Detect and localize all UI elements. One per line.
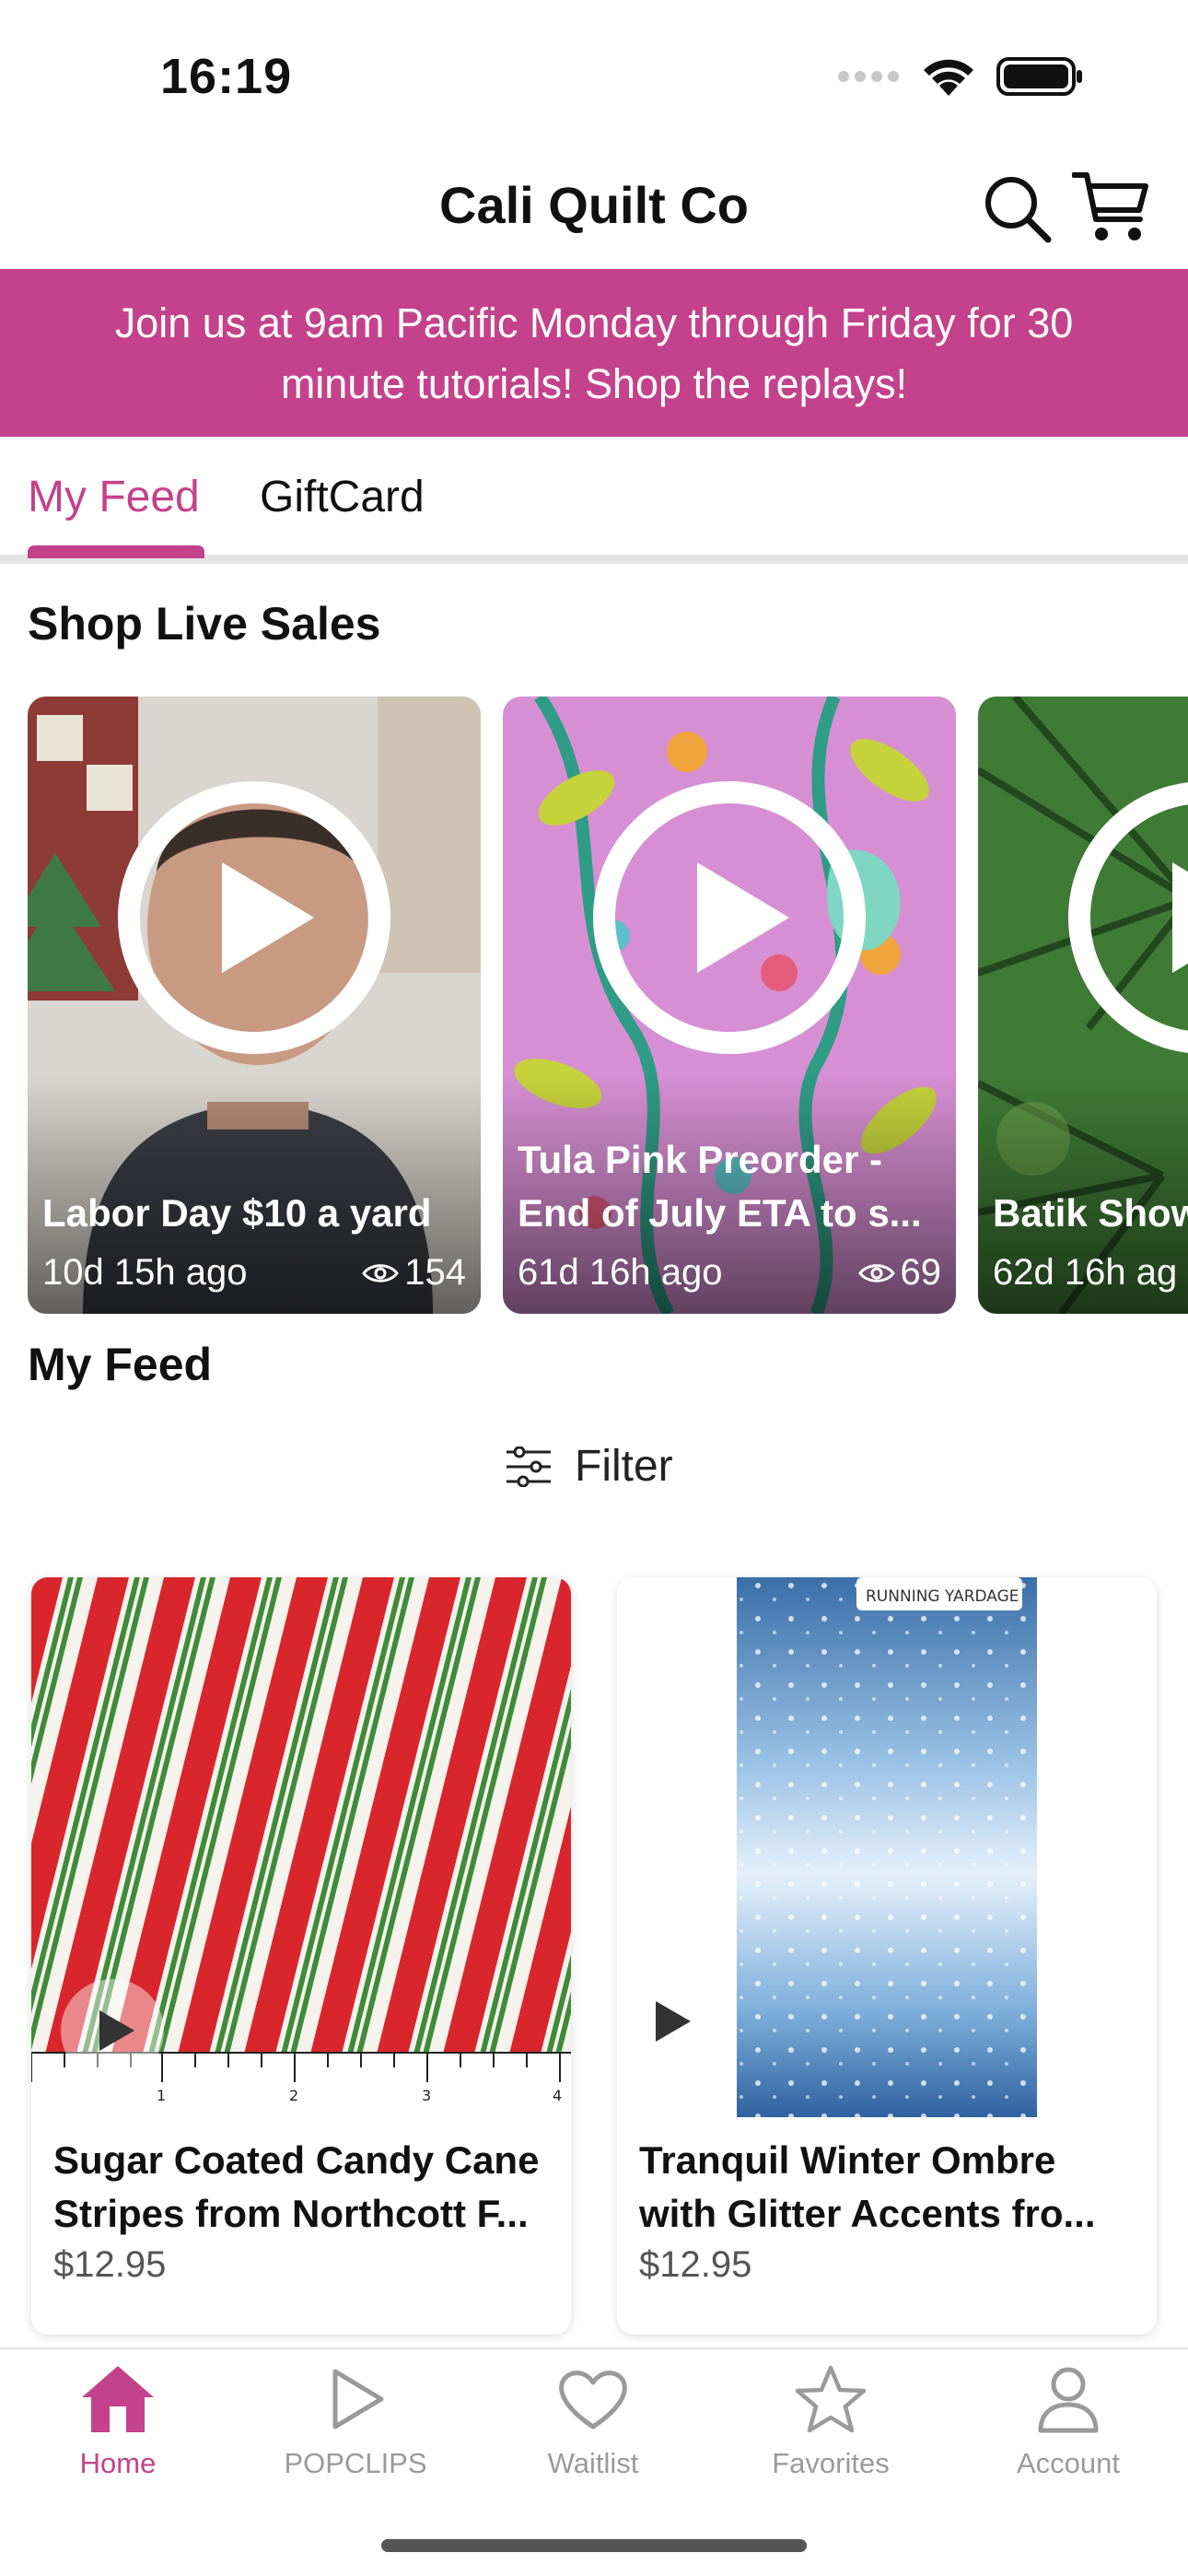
live-sale-age: 10d 15h ago bbox=[42, 1252, 248, 1293]
product-price: $12.95 bbox=[53, 2244, 167, 2285]
play-icon[interactable] bbox=[116, 779, 392, 1056]
nav-item-favorites[interactable]: Favorites bbox=[729, 2362, 932, 2480]
app-header: Cali Quilt Co bbox=[0, 157, 1188, 269]
tab-my-feed[interactable]: My Feed bbox=[28, 472, 200, 522]
live-sales-heading: Shop Live Sales bbox=[28, 598, 381, 650]
nav-label: Favorites bbox=[772, 2447, 890, 2479]
video-play-icon[interactable] bbox=[61, 1979, 164, 2082]
feed-tabs: My Feed GiftCard bbox=[0, 437, 1188, 564]
eye-icon bbox=[857, 1263, 895, 1282]
product-title: Sugar Coated Candy Cane Stripes from Nor… bbox=[53, 2138, 540, 2235]
active-tab-indicator bbox=[28, 545, 204, 558]
live-sale-meta: 10d 15h ago 154 bbox=[42, 1252, 466, 1294]
nav-item-waitlist[interactable]: Waitlist bbox=[492, 2362, 694, 2480]
live-sale-card[interactable]: Batik Show 62d 16h ag bbox=[978, 697, 1188, 1314]
promo-banner[interactable]: Join us at 9am Pacific Monday through Fr… bbox=[0, 269, 1188, 437]
battery-icon bbox=[996, 57, 1082, 96]
home-indicator[interactable] bbox=[381, 2539, 807, 2552]
my-feed-heading: My Feed bbox=[28, 1339, 213, 1390]
nav-label: Waitlist bbox=[547, 2447, 639, 2479]
star-icon bbox=[795, 2365, 867, 2433]
live-sale-meta: 62d 16h ag bbox=[993, 1252, 1188, 1294]
live-sale-title: Batik Show bbox=[993, 1191, 1188, 1235]
nav-item-home[interactable]: Home bbox=[17, 2362, 219, 2480]
eye-icon bbox=[362, 1263, 400, 1282]
live-sale-age: 61d 16h ago bbox=[518, 1252, 723, 1293]
svg-text:2: 2 bbox=[289, 2087, 298, 2104]
signal-icon bbox=[838, 71, 899, 82]
tab-giftcard[interactable]: GiftCard bbox=[260, 472, 425, 522]
product-price: $12.95 bbox=[639, 2244, 752, 2285]
filter-label: Filter bbox=[575, 1442, 673, 1491]
status-time: 16:19 bbox=[160, 49, 293, 104]
live-sale-title: Tula Pink Preorder - End of July ETA to … bbox=[518, 1138, 922, 1235]
live-sales-carousel[interactable]: Labor Day $10 a yard 10d 15h ago 154 Tul… bbox=[0, 697, 1188, 1314]
live-sale-card[interactable]: Labor Day $10 a yard 10d 15h ago 154 bbox=[28, 697, 481, 1314]
heart-icon bbox=[559, 2371, 627, 2430]
status-icons bbox=[836, 55, 1085, 98]
video-play-icon[interactable] bbox=[617, 1970, 720, 2073]
wifi-icon bbox=[924, 59, 973, 96]
cart-icon[interactable] bbox=[1072, 168, 1151, 245]
live-sale-title: Labor Day $10 a yard bbox=[42, 1191, 432, 1235]
running-yardage-label: RUNNING YARDAGE bbox=[866, 1587, 1019, 1606]
play-outline-icon bbox=[332, 2369, 384, 2430]
live-sale-age: 62d 16h ag bbox=[993, 1252, 1178, 1293]
svg-text:4: 4 bbox=[553, 2087, 562, 2104]
product-title: Tranquil Winter Ombre with Glitter Accen… bbox=[639, 2138, 1096, 2235]
search-icon[interactable] bbox=[984, 175, 1052, 243]
product-card[interactable]: RUNNING YARDAGE Tranquil Winter Ombre wi… bbox=[617, 1577, 1157, 2335]
filter-button[interactable]: Filter bbox=[505, 1441, 673, 1492]
play-icon[interactable] bbox=[1066, 779, 1188, 1056]
live-sale-meta: 61d 16h ago 69 bbox=[518, 1252, 941, 1294]
view-count: 69 bbox=[900, 1252, 942, 1293]
home-icon bbox=[82, 2366, 154, 2432]
nav-label: POPCLIPS bbox=[284, 2447, 427, 2479]
nav-label: Home bbox=[79, 2447, 157, 2479]
live-sale-card[interactable]: Tula Pink Preorder - End of July ETA to … bbox=[503, 697, 956, 1314]
view-count: 154 bbox=[404, 1252, 466, 1293]
svg-text:3: 3 bbox=[422, 2087, 431, 2104]
nav-item-account[interactable]: Account bbox=[967, 2362, 1170, 2480]
svg-text:1: 1 bbox=[157, 2087, 166, 2104]
person-icon bbox=[1038, 2367, 1099, 2433]
nav-label: Account bbox=[1016, 2447, 1120, 2479]
status-bar: 16:19 bbox=[0, 0, 1188, 157]
product-card[interactable]: 1 2 3 4 Sugar Coated Candy Cane Stripes fro… bbox=[31, 1577, 571, 2335]
play-icon[interactable] bbox=[591, 779, 868, 1056]
filter-sliders-icon bbox=[507, 1446, 551, 1487]
nav-item-popclips[interactable]: POPCLIPS bbox=[254, 2362, 457, 2480]
